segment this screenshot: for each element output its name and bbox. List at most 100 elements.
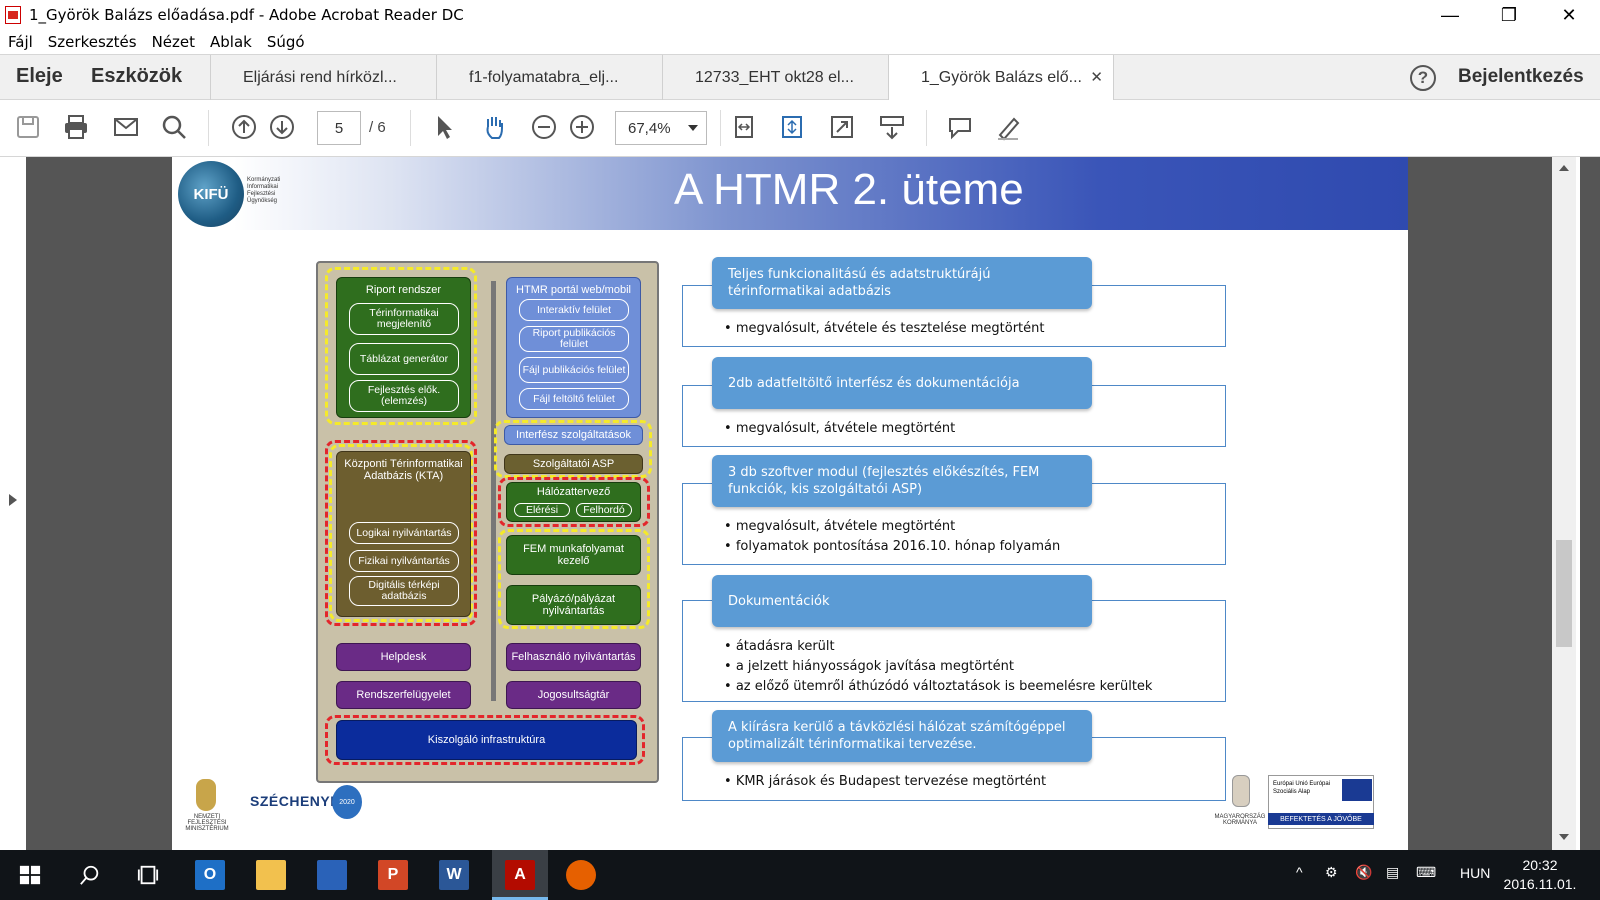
section-heading: Dokumentációk: [712, 575, 1092, 627]
zoom-out-icon[interactable]: [528, 110, 560, 144]
title-bar: 1_Györök Balázs előadása.pdf - Adobe Acr…: [0, 0, 1600, 30]
acrobat-icon: [5, 6, 21, 24]
powerpoint-icon[interactable]: P: [378, 860, 408, 890]
palyazo-box: Pályázó/pályázat nyilvántartás: [506, 585, 641, 625]
asp-box: Szolgáltatói ASP: [504, 454, 643, 474]
zoom-select[interactable]: 67,4%: [615, 111, 707, 145]
riport-item: Táblázat generátor: [349, 343, 459, 375]
clock[interactable]: 20:32 2016.11.01.: [1500, 856, 1580, 894]
chevron-left-icon: [9, 494, 17, 506]
network-icon[interactable]: ⚙: [1325, 864, 1338, 881]
vertical-scrollbar[interactable]: [1552, 157, 1576, 850]
interfesz-box: Interfész szolgáltatások: [504, 425, 643, 445]
search-icon[interactable]: [75, 860, 105, 890]
fit-width-icon[interactable]: [728, 110, 760, 144]
infra-box: Kiszolgáló infrastruktúra: [336, 720, 637, 760]
zoom-in-icon[interactable]: [566, 110, 598, 144]
notification-icon[interactable]: ▤: [1386, 864, 1399, 881]
maximize-button[interactable]: ❐: [1486, 0, 1532, 30]
comment-icon[interactable]: [944, 110, 976, 144]
menu-help[interactable]: Súgó: [267, 33, 305, 51]
tab-bar: Eleje Eszközök Eljárási rend hírközl... …: [0, 54, 1600, 101]
felhasznalo-box: Felhasználó nyilvántartás: [506, 643, 641, 671]
acrobat-taskbar-icon[interactable]: A: [505, 860, 535, 890]
doc-tab-label: 1_Györök Balázs elő...: [921, 69, 1082, 86]
doc-tab[interactable]: f1-folyamatabra_elj...: [436, 55, 662, 100]
doc-tab-active[interactable]: 1_Györök Balázs elő... ✕: [888, 55, 1114, 101]
prev-page-icon[interactable]: [228, 110, 260, 144]
bullet-item: folyamatok pontosítása 2016.10. hónap fo…: [724, 537, 1060, 557]
kta-item: Logikai nyilvántartás: [349, 522, 459, 544]
menu-file[interactable]: Fájl: [8, 33, 33, 51]
riport-title: Riport rendszer: [365, 284, 442, 296]
close-button[interactable]: ✕: [1546, 0, 1592, 30]
tray-chevron-icon[interactable]: ^: [1296, 864, 1303, 880]
bullet-item: az előző ütemről áthúzódó változtatások …: [724, 677, 1153, 697]
task-view-icon[interactable]: [133, 860, 163, 890]
page-total: / 6: [369, 119, 386, 136]
doc-tab[interactable]: Eljárási rend hírközl...: [210, 55, 436, 100]
szechenyi-logo: SZÉCHENYI: [250, 793, 335, 809]
prev-page-nav[interactable]: [0, 157, 26, 850]
portal-item: Riport publikációs felület: [519, 326, 629, 352]
minimize-button[interactable]: —: [1427, 0, 1473, 30]
pdf-page: KIFÜ Kormányzati Informatikai Fejlesztés…: [172, 157, 1408, 850]
outlook-icon[interactable]: O: [195, 860, 225, 890]
keyboard-icon[interactable]: ⌨: [1416, 864, 1436, 881]
scroll-down-icon[interactable]: [1559, 834, 1569, 840]
windows-start-icon[interactable]: [15, 860, 45, 890]
menu-window[interactable]: Ablak: [210, 33, 252, 51]
jogosult-box: Jogosultságtár: [506, 681, 641, 709]
highlight-pen-icon[interactable]: [992, 110, 1024, 144]
help-icon[interactable]: ?: [1410, 65, 1436, 91]
riport-item: Térinformatikai megjelenítő: [349, 303, 459, 335]
word-icon[interactable]: W: [439, 860, 469, 890]
volume-muted-icon[interactable]: 🔇: [1355, 864, 1372, 881]
zoom-value: 67,4%: [628, 119, 671, 137]
bullet-item: megvalósult, átvétele megtörtént: [724, 517, 1060, 537]
section-heading: 2db adatfeltöltő interfész és dokumentác…: [712, 357, 1092, 409]
close-tab-icon[interactable]: ✕: [1090, 68, 1103, 86]
scroll-up-icon[interactable]: [1559, 165, 1569, 171]
fullscreen-icon[interactable]: [826, 110, 858, 144]
menu-view[interactable]: Nézet: [152, 33, 195, 51]
halozat-title: Hálózattervező: [536, 486, 611, 498]
section-bullets: KMR járások és Budapest tervezése megtör…: [724, 772, 1046, 792]
taskbar: O P W A ^ ⚙ 🔇 ▤ ⌨ HUN 20:32 2016.11.01.: [0, 850, 1600, 900]
select-cursor-icon[interactable]: [428, 110, 460, 144]
rotate-fit-icon[interactable]: [776, 110, 808, 144]
scroll-thumb[interactable]: [1556, 540, 1572, 647]
floppy-app-icon[interactable]: [317, 860, 347, 890]
language-indicator[interactable]: HUN: [1460, 865, 1490, 881]
search-icon[interactable]: [158, 110, 190, 144]
signin-button[interactable]: Bejelentkezés: [1458, 66, 1584, 88]
clock-date: 2016.11.01.: [1503, 876, 1577, 892]
kta-item: Digitális térképi adatbázis: [349, 576, 459, 606]
portal-title: HTMR portál web/mobil: [516, 284, 631, 296]
tab-tools[interactable]: Eszközök: [91, 65, 182, 88]
page-number-input[interactable]: 5: [317, 111, 361, 145]
tab-home[interactable]: Eleje: [16, 65, 63, 88]
clock-time: 20:32: [1522, 857, 1558, 873]
window-title: 1_Györök Balázs előadása.pdf - Adobe Acr…: [29, 6, 464, 24]
print-icon[interactable]: [60, 110, 92, 144]
eu-flag-icon: [1342, 779, 1372, 801]
doc-tab[interactable]: 12733_EHT okt28 el...: [662, 55, 888, 100]
hand-tool-icon[interactable]: [478, 110, 510, 144]
kifu-logo-subtitle: Kormányzati Informatikai Fejlesztési Ügy…: [247, 177, 281, 204]
kta-item: Fizikai nyilvántartás: [349, 550, 459, 572]
eu-label: Európai Unió Európai Szociális Alap: [1273, 781, 1331, 795]
firefox-icon[interactable]: [566, 860, 596, 890]
email-icon[interactable]: [110, 110, 142, 144]
section-bullets: megvalósult, átvétele megtörtént folyama…: [724, 517, 1060, 557]
section-bullets: átadásra került a jelzett hiányosságok j…: [724, 637, 1153, 697]
next-page-icon[interactable]: [266, 110, 298, 144]
scroll-mode-icon[interactable]: [876, 110, 908, 144]
toolbar: 5 / 6 67,4%: [0, 100, 1600, 157]
file-explorer-icon[interactable]: [256, 860, 286, 890]
portal-item: Fájl feltöltő felület: [519, 388, 629, 410]
eu-slogan: BEFEKTETÉS A JÖVŐBE: [1268, 813, 1374, 825]
menu-edit[interactable]: Szerkesztés: [48, 33, 137, 51]
save-icon[interactable]: [12, 110, 44, 144]
slide-title: A HTMR 2. üteme: [674, 165, 1024, 214]
